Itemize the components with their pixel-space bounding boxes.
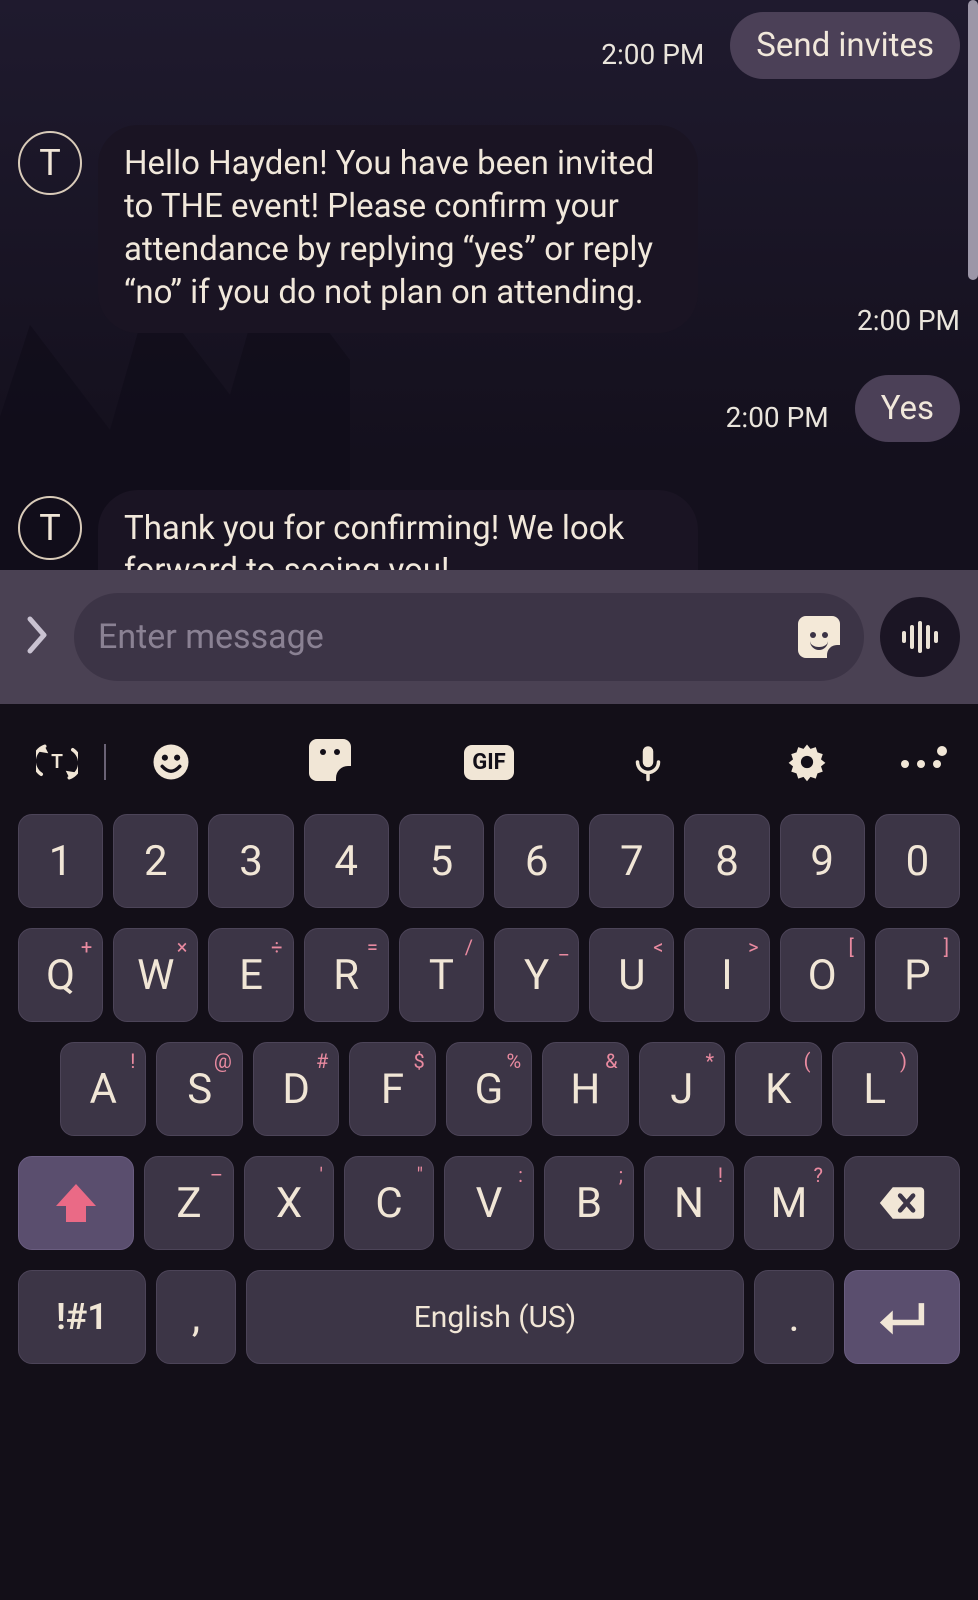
message-row-received: T Thank you for confirming! We look forw…	[0, 486, 978, 570]
message-time: 2:00 PM	[726, 401, 829, 442]
keyboard-row-qwerty: Q+W×E÷R=T/Y_U<I>O[P]	[18, 928, 960, 1022]
message-time: 2:00 PM	[601, 38, 704, 79]
voice-typing-button[interactable]	[568, 741, 727, 783]
shift-icon	[52, 1182, 100, 1224]
keyboard-row-numbers: 1234567890	[18, 814, 960, 908]
sticker-icon[interactable]	[798, 616, 840, 658]
key-h[interactable]: H&	[542, 1042, 628, 1136]
key-p[interactable]: P]	[875, 928, 960, 1022]
space-key[interactable]: English (US)	[246, 1270, 744, 1364]
comma-key[interactable]: ,	[156, 1270, 236, 1364]
key-f[interactable]: F$	[349, 1042, 435, 1136]
keyboard-row-zxcv: Z–X'C"V:B;N!M?	[18, 1156, 960, 1250]
period-key[interactable]: .	[754, 1270, 834, 1364]
key-t[interactable]: T/	[399, 928, 484, 1022]
emoji-button[interactable]	[92, 741, 251, 783]
sticker-button[interactable]	[251, 739, 410, 785]
key-o[interactable]: O[	[780, 928, 865, 1022]
key-2[interactable]: 2	[113, 814, 198, 908]
key-d[interactable]: D#	[253, 1042, 339, 1136]
key-u[interactable]: U<	[589, 928, 674, 1022]
keyboard-row-bottom: !#1 , English (US) .	[18, 1270, 960, 1364]
key-e[interactable]: E÷	[208, 928, 293, 1022]
symbols-key[interactable]: !#1	[18, 1270, 146, 1364]
message-input-pill	[74, 593, 864, 681]
enter-icon	[878, 1296, 926, 1338]
key-q[interactable]: Q+	[18, 928, 103, 1022]
chat-background: 2:00 PM Send invites T Hello Hayden! You…	[0, 0, 978, 570]
key-s[interactable]: S@	[156, 1042, 242, 1136]
key-m[interactable]: M?	[744, 1156, 834, 1250]
key-v[interactable]: V:	[444, 1156, 534, 1250]
key-1[interactable]: 1	[18, 814, 103, 908]
key-g[interactable]: G%	[446, 1042, 532, 1136]
key-6[interactable]: 6	[494, 814, 579, 908]
text-detect-icon: T	[36, 741, 78, 783]
microphone-icon	[627, 741, 669, 783]
key-j[interactable]: J*	[639, 1042, 725, 1136]
voice-record-button[interactable]	[880, 597, 960, 677]
gif-button[interactable]: GIF	[410, 745, 569, 780]
svg-text:T: T	[51, 750, 63, 773]
key-x[interactable]: X'	[244, 1156, 334, 1250]
message-bubble-sent[interactable]: Send invites	[730, 12, 960, 79]
avatar[interactable]: T	[18, 496, 82, 560]
message-bubble-sent[interactable]: Yes	[855, 375, 960, 442]
message-time: 2:00 PM	[857, 304, 960, 337]
key-3[interactable]: 3	[208, 814, 293, 908]
backspace-icon	[878, 1182, 926, 1224]
compose-bar	[0, 570, 978, 704]
message-row-sent: 2:00 PM Yes	[0, 371, 978, 446]
audio-wave-icon	[900, 621, 940, 653]
message-input[interactable]	[98, 617, 798, 657]
key-l[interactable]: L)	[832, 1042, 918, 1136]
message-row-sent: 2:00 PM Send invites	[0, 0, 978, 83]
message-bubble-received[interactable]: Hello Hayden! You have been invited to T…	[98, 125, 698, 333]
key-k[interactable]: K(	[735, 1042, 821, 1136]
avatar[interactable]: T	[18, 131, 82, 195]
key-8[interactable]: 8	[684, 814, 769, 908]
text-detect-button[interactable]: T	[22, 741, 92, 783]
key-a[interactable]: A!	[60, 1042, 146, 1136]
key-i[interactable]: I>	[684, 928, 769, 1022]
settings-button[interactable]	[727, 741, 886, 783]
message-bubble-received[interactable]: Thank you for confirming! We look forwar…	[98, 490, 698, 570]
emoji-icon	[150, 741, 192, 783]
chevron-right-icon	[25, 615, 51, 655]
more-icon	[901, 760, 941, 768]
gear-icon	[786, 741, 828, 783]
gif-icon: GIF	[464, 745, 514, 780]
keyboard-row-asdf: A!S@D#F$G%H&J*K(L)	[18, 1042, 960, 1136]
key-4[interactable]: 4	[304, 814, 389, 908]
backspace-key[interactable]	[844, 1156, 960, 1250]
key-r[interactable]: R=	[304, 928, 389, 1022]
key-c[interactable]: C"	[344, 1156, 434, 1250]
more-button[interactable]	[886, 753, 956, 772]
key-0[interactable]: 0	[875, 814, 960, 908]
key-n[interactable]: N!	[644, 1156, 734, 1250]
message-row-received: T Hello Hayden! You have been invited to…	[0, 121, 978, 337]
expand-button[interactable]	[18, 615, 58, 659]
key-b[interactable]: B;	[544, 1156, 634, 1250]
key-7[interactable]: 7	[589, 814, 674, 908]
key-w[interactable]: W×	[113, 928, 198, 1022]
key-z[interactable]: Z–	[144, 1156, 234, 1250]
key-9[interactable]: 9	[780, 814, 865, 908]
sticker-icon	[309, 739, 351, 781]
key-5[interactable]: 5	[399, 814, 484, 908]
enter-key[interactable]	[844, 1270, 960, 1364]
shift-key[interactable]	[18, 1156, 134, 1250]
keyboard: T GIF 1234567890 Q+W×E÷R=T/Y_U<I>O[P] A!…	[0, 704, 978, 1600]
keyboard-toolbar: T GIF	[18, 714, 960, 810]
key-y[interactable]: Y_	[494, 928, 579, 1022]
